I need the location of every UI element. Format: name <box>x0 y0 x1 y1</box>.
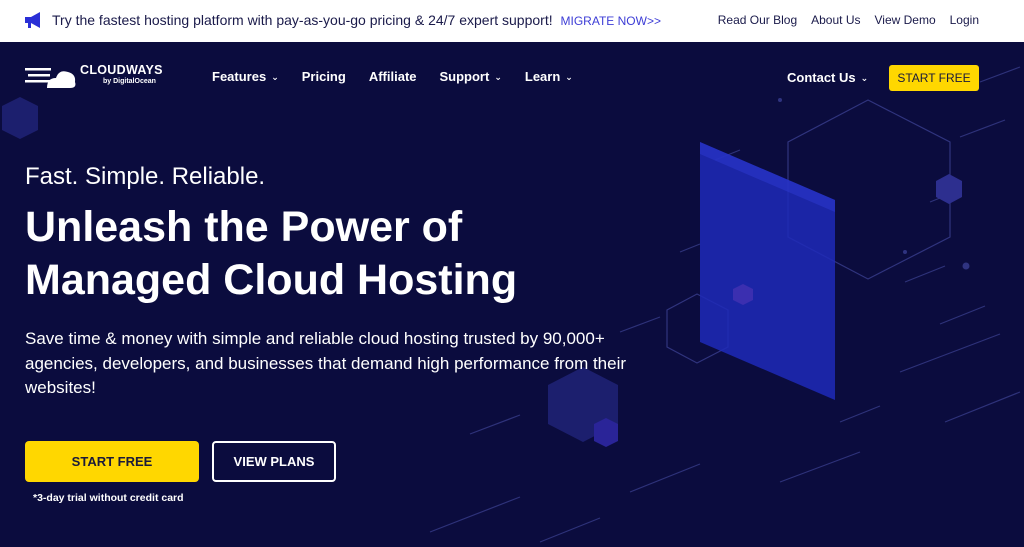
headline-line-2: Managed Cloud Hosting <box>25 256 518 304</box>
read-blog-link[interactable]: Read Our Blog <box>718 13 797 27</box>
contact-us-label: Contact Us <box>787 70 856 85</box>
announcement-text: Try the fastest hosting platform with pa… <box>52 12 661 28</box>
hero-headline: Unleash the Power of Managed Cloud Hosti… <box>25 201 517 307</box>
announcement-message: Try the fastest hosting platform with pa… <box>52 12 553 28</box>
nav-start-free-button[interactable]: START FREE <box>889 65 979 91</box>
about-us-link[interactable]: About Us <box>811 13 860 27</box>
nav-affiliate-label: Affiliate <box>368 69 417 84</box>
hero-tagline: Fast. Simple. Reliable. <box>25 163 266 190</box>
nav-support-label: Support <box>439 69 490 84</box>
view-demo-link[interactable]: View Demo <box>874 13 935 27</box>
nav-learn-label: Learn <box>524 69 561 84</box>
chevron-down-icon: ⌄ <box>860 73 869 83</box>
brand-name: CLOUDWAYS <box>80 63 163 77</box>
cloud-logo-icon <box>25 68 76 88</box>
nav-affiliate[interactable]: Affiliate <box>369 69 417 84</box>
hero-section: CLOUDWAYS by DigitalOcean Features ⌄ Pric… <box>0 42 1024 547</box>
nav-features-label: Features <box>212 69 267 84</box>
contact-us-menu[interactable]: Contact Us ⌄ <box>787 70 868 85</box>
brand-subtitle: by DigitalOcean <box>103 78 156 85</box>
nav-features[interactable]: Features ⌄ <box>212 69 279 84</box>
main-nav: Features ⌄ Pricing Affiliate Support ⌄ Lea… <box>212 69 573 84</box>
megaphone-icon <box>25 12 40 28</box>
nav-learn[interactable]: Learn ⌄ <box>525 69 573 84</box>
login-link[interactable]: Login <box>950 13 979 27</box>
hero-subtext: Save time & money with simple and reliab… <box>25 329 627 397</box>
start-free-button[interactable]: START FREE <box>25 441 199 482</box>
cloudways-logo[interactable]: CLOUDWAYS by DigitalOcean <box>25 62 170 92</box>
nav-support[interactable]: Support ⌄ <box>440 69 502 84</box>
utility-links: Read Our Blog About Us View Demo Login <box>718 13 979 27</box>
nav-pricing[interactable]: Pricing <box>302 69 346 84</box>
migrate-now-link[interactable]: MIGRATE NOW>> <box>561 14 661 28</box>
headline-line-1: Unleash the Power of <box>25 203 463 251</box>
chevron-down-icon: ⌄ <box>565 72 573 82</box>
nav-pricing-label: Pricing <box>301 69 346 84</box>
chevron-down-icon: ⌄ <box>271 72 279 82</box>
view-plans-button[interactable]: VIEW PLANS <box>212 441 336 482</box>
announcement-bar: Try the fastest hosting platform with pa… <box>0 0 1024 42</box>
chevron-down-icon: ⌄ <box>494 72 502 82</box>
trial-note: *3-day trial without credit card <box>33 492 184 504</box>
